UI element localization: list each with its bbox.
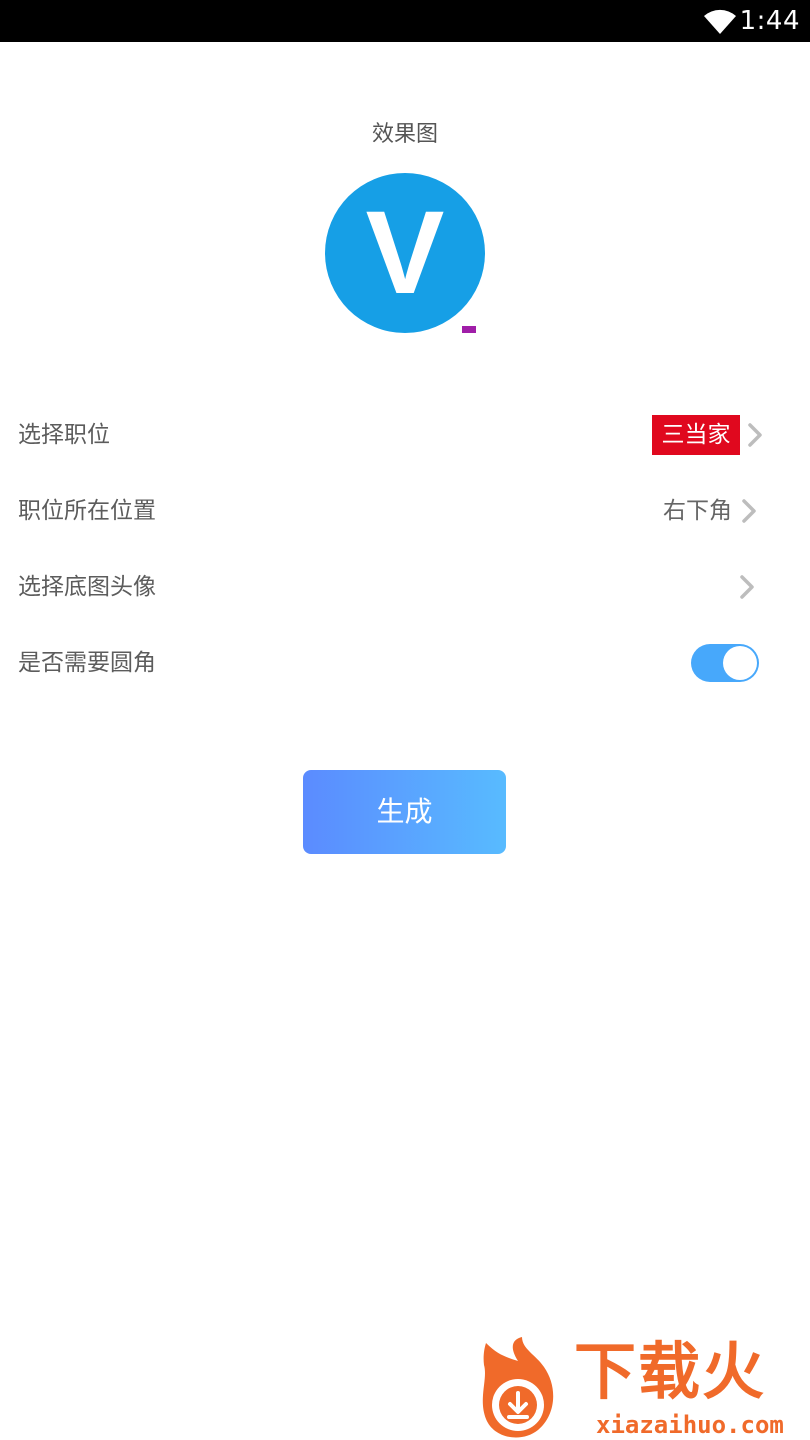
svg-text:xiazaihuo.com: xiazaihuo.com	[596, 1411, 784, 1439]
row-position-location[interactable]: 职位所在位置 右下角	[0, 473, 810, 549]
rounded-corners-toggle[interactable]	[691, 644, 759, 682]
row-select-base-avatar[interactable]: 选择底图头像	[0, 549, 810, 625]
avatar-letter: V	[365, 187, 445, 319]
row-label: 职位所在位置	[18, 498, 156, 524]
wifi-icon	[704, 9, 736, 35]
position-badge-preview	[462, 326, 476, 333]
position-tag: 三当家	[652, 415, 740, 455]
chevron-right-icon	[748, 423, 762, 447]
preview-image: V	[321, 170, 487, 336]
svg-text:下载火: 下载火	[574, 1335, 766, 1408]
chevron-right-icon	[742, 499, 756, 523]
generate-button[interactable]: 生成	[303, 770, 506, 854]
position-location-value: 右下角	[663, 498, 732, 524]
row-label: 选择职位	[18, 422, 110, 448]
row-label: 选择底图头像	[18, 574, 156, 600]
row-label: 是否需要圆角	[18, 650, 156, 676]
row-rounded-corners: 是否需要圆角	[0, 625, 810, 701]
status-time: 1:44	[739, 6, 800, 36]
watermark-logo: 下载火 xiazaihuo.com	[482, 1335, 784, 1439]
preview-title: 效果图	[371, 122, 438, 147]
app-screen: 1:44 效果图 V 选择职位 三当家 职位所在位置 右下角 选择底图头像 是否…	[0, 0, 810, 1440]
chevron-right-icon	[740, 575, 754, 599]
avatar: V	[325, 173, 485, 333]
status-bar: 1:44	[0, 0, 810, 42]
row-select-position[interactable]: 选择职位 三当家	[0, 397, 810, 473]
toggle-knob	[723, 646, 757, 680]
